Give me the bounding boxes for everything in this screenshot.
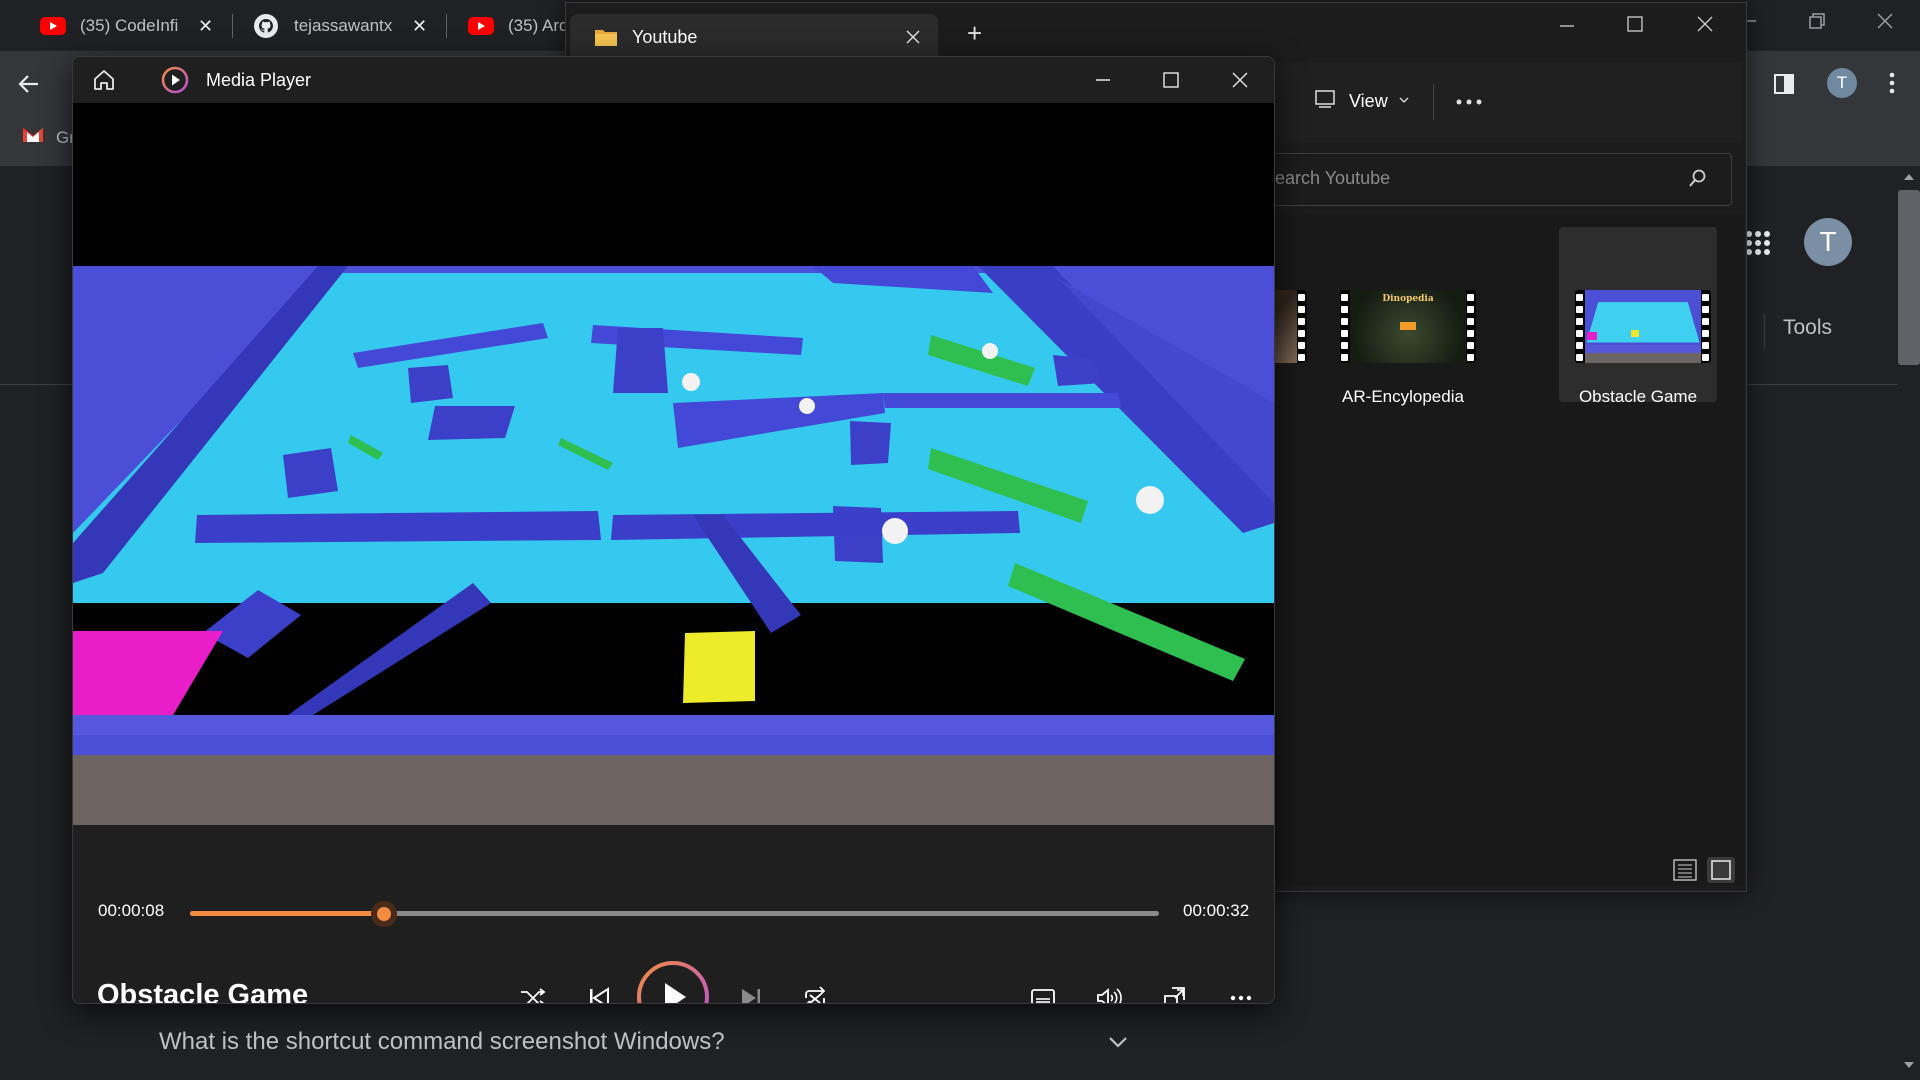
maximize-button[interactable] — [1162, 71, 1180, 89]
explorer-tab[interactable]: Youtube — [570, 14, 938, 62]
youtube-icon — [468, 17, 494, 35]
explorer-file-view: Dinosaur Dinopedia AR-Encylopedia Obstac… — [1171, 215, 1744, 885]
tiles-view-icon[interactable] — [1707, 857, 1735, 883]
explorer-command-bar: View — [1273, 62, 1743, 142]
video-thumbnail — [1575, 290, 1711, 363]
browser-restore-button[interactable] — [1808, 12, 1826, 30]
app-title: Media Player — [206, 70, 312, 90]
browser-tab-label: (35) CodeInfi — [80, 16, 179, 35]
close-button[interactable] — [1231, 71, 1249, 89]
back-arrow-icon[interactable] — [16, 71, 42, 97]
previous-icon — [590, 987, 609, 1003]
browser-tab-label: tejassawantx — [294, 16, 393, 35]
seek-progress — [190, 911, 384, 916]
previous-button[interactable] — [579, 978, 619, 1003]
player-title-bar: Media Player — [73, 57, 1274, 103]
chevron-down-icon — [1399, 97, 1409, 103]
shuffle-button[interactable] — [513, 978, 553, 1003]
media-player-logo-icon — [161, 66, 189, 94]
tools-button[interactable]: Tools — [1783, 316, 1832, 340]
more-options-button[interactable] — [1221, 978, 1261, 1003]
play-button[interactable] — [635, 959, 711, 1003]
next-icon — [742, 989, 760, 1003]
profile-avatar[interactable]: T — [1827, 68, 1857, 98]
gmail-icon[interactable] — [22, 126, 44, 143]
subtitles-button[interactable] — [1023, 978, 1063, 1003]
home-icon[interactable] — [92, 68, 116, 92]
seek-thumb[interactable] — [370, 901, 397, 927]
total-time: 00:00:32 — [1183, 901, 1250, 920]
mini-view-icon — [1164, 987, 1185, 1003]
scroll-down-icon[interactable] — [1904, 1062, 1914, 1068]
folder-icon — [594, 27, 618, 47]
scroll-up-icon[interactable] — [1904, 174, 1914, 180]
minimize-button[interactable] — [1094, 71, 1112, 89]
poster-title: Dinopedia — [1382, 294, 1434, 304]
search-icon[interactable] — [1689, 169, 1707, 187]
close-icon[interactable]: ✕ — [412, 16, 427, 37]
more-options-icon[interactable] — [1456, 99, 1482, 105]
browser-menu-icon[interactable] — [1888, 71, 1896, 95]
play-icon — [637, 961, 709, 1003]
subtitles-icon — [1031, 989, 1055, 1003]
close-icon[interactable] — [905, 29, 921, 45]
details-view-icon[interactable] — [1673, 859, 1697, 881]
file-tile-obstacle-game[interactable]: Obstacle Game — [1559, 227, 1717, 406]
view-icon — [1315, 90, 1335, 108]
browser-tab-label: (35) Ard — [508, 16, 568, 35]
explorer-tab-title: Youtube — [632, 27, 698, 47]
youtube-icon — [40, 17, 66, 35]
github-icon — [254, 14, 278, 38]
next-button[interactable] — [731, 978, 771, 1003]
browser-tab-youtube-2[interactable]: (35) Ard — [468, 8, 568, 44]
scroll-thumb[interactable] — [1898, 190, 1920, 365]
explorer-close-button[interactable] — [1696, 15, 1714, 33]
new-tab-button[interactable]: + — [967, 18, 982, 49]
close-icon[interactable]: ✕ — [198, 16, 213, 37]
browser-tab-youtube-1[interactable]: (35) CodeInfi ✕ — [40, 8, 220, 44]
file-tile-ar-encylopedia[interactable]: Dinopedia AR-Encylopedia — [1324, 227, 1482, 406]
volume-icon — [1097, 988, 1122, 1003]
player-controls: 00:00:08 00:00:32 Obstacle Game — [73, 825, 1274, 1003]
google-account-avatar[interactable]: T — [1804, 218, 1852, 266]
shuffle-icon — [521, 988, 546, 1003]
volume-button[interactable] — [1089, 978, 1129, 1003]
mini-view-button[interactable] — [1155, 978, 1195, 1003]
view-button[interactable]: View — [1349, 91, 1388, 112]
video-scene — [73, 103, 1274, 825]
browser-tab-github[interactable]: tejassawantx ✕ — [254, 8, 434, 44]
video-frame[interactable] — [73, 103, 1274, 825]
explorer-minimize-button[interactable] — [1558, 17, 1576, 35]
repeat-button[interactable] — [795, 978, 835, 1003]
more-options-icon — [1230, 995, 1252, 1001]
search-placeholder: Search Youtube — [1263, 168, 1391, 188]
media-title: Obstacle Game — [97, 979, 309, 1004]
current-time: 00:00:08 — [98, 901, 165, 920]
file-name: AR-Encylopedia — [1342, 387, 1464, 406]
file-name: Obstacle Game — [1578, 387, 1698, 406]
chevron-down-icon[interactable] — [1108, 1036, 1128, 1048]
explorer-search-box[interactable]: Search Youtube — [1263, 153, 1732, 206]
browser-close-button[interactable] — [1876, 12, 1894, 30]
google-apps-icon[interactable] — [1745, 230, 1771, 256]
faq-question[interactable]: What is the shortcut command screenshot … — [159, 1028, 725, 1056]
video-thumbnail: Dinopedia — [1340, 290, 1476, 363]
sidebar-panel-icon[interactable] — [1773, 73, 1795, 95]
media-player-window: Media Player 00:00:08 00:00:32 Obstacle … — [72, 56, 1275, 1004]
repeat-icon — [805, 986, 826, 1003]
explorer-maximize-button[interactable] — [1626, 15, 1644, 33]
